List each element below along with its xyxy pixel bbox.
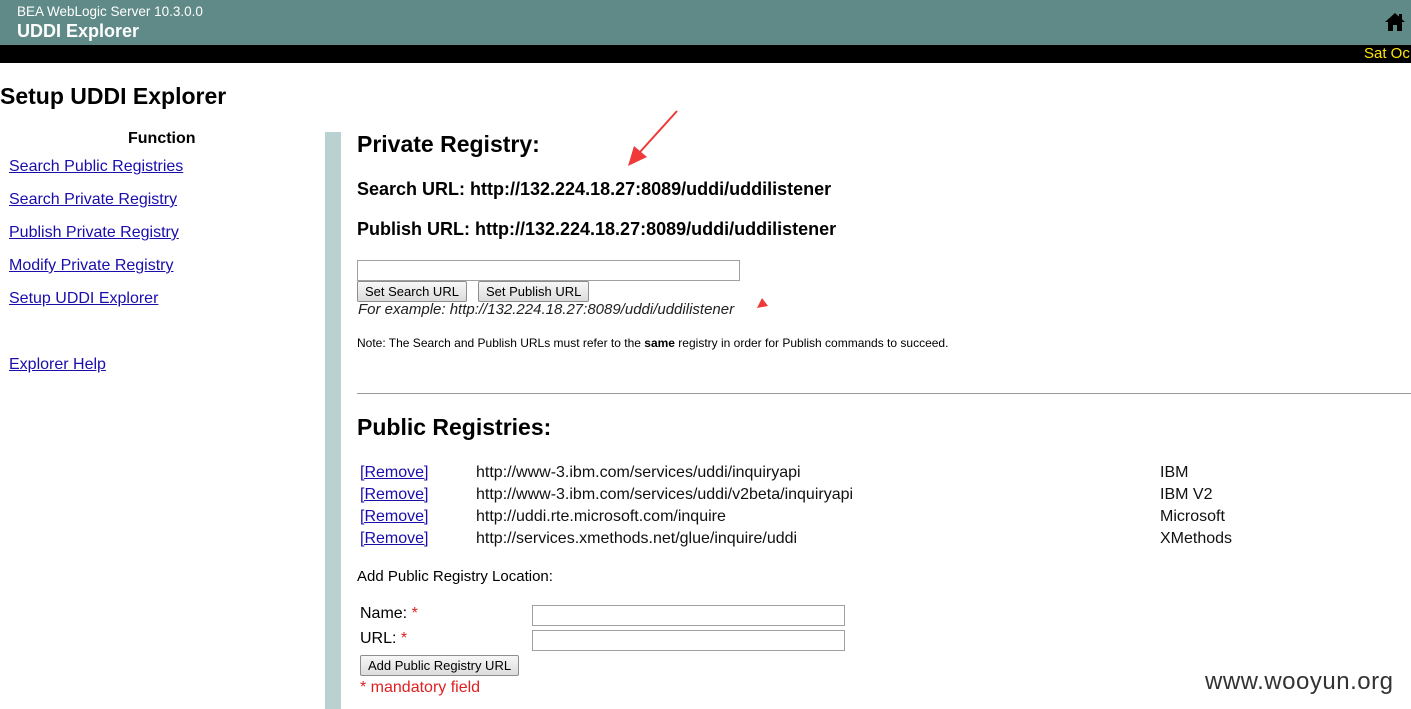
registry-name-input[interactable] [532,605,845,626]
registry-url-field[interactable] [532,630,845,651]
required-marker: * [400,630,408,647]
nav-explorer-help[interactable]: Explorer Help [9,356,106,374]
app-title: UDDI Explorer [17,21,140,41]
section-divider [357,393,1411,394]
remove-link-ibm-v2[interactable]: [Remove] [360,486,428,504]
home-icon[interactable] [1384,11,1406,33]
registry-url-xmethods: http://services.xmethods.net/glue/inquir… [476,530,798,547]
page-title: Setup UDDI Explorer [0,83,227,109]
registry-url-ibm: http://www-3.ibm.com/services/uddi/inqui… [476,464,801,481]
search-url-text: Search URL: http://132.224.18.27:8089/ud… [357,179,832,199]
date-text: Sat Oc [1364,45,1410,62]
registry-note: Note: The Search and Publish URLs must r… [357,336,948,350]
annotation-arrow-icon [628,110,678,166]
name-field-label: Name: * [360,605,418,623]
registry-url-ibm-v2: http://www-3.ibm.com/services/uddi/v2bet… [476,486,854,503]
publish-url-text: Publish URL: http://132.224.18.27:8089/u… [357,219,837,239]
public-registries-heading: Public Registries: [357,414,552,440]
nav-publish-private-registry[interactable]: Publish Private Registry [9,224,179,242]
set-search-url-button[interactable]: Set Search URL [357,281,467,302]
name-label-text: Name: [360,605,408,622]
product-name: BEA WebLogic Server 10.3.0.0 [17,4,203,19]
registry-name-ibm: IBM [1160,464,1189,481]
app-header: BEA WebLogic Server 10.3.0.0 UDDI Explor… [0,0,1411,45]
watermark: www.wooyun.org [1205,668,1394,695]
registry-name-microsoft: Microsoft [1160,508,1225,525]
nav-search-public-registries[interactable]: Search Public Registries [9,158,183,176]
required-marker: * [411,605,418,622]
content-divider-bar [325,132,341,709]
url-label-text: URL: [360,630,397,647]
add-public-registry-button[interactable]: Add Public Registry URL [360,655,520,676]
set-publish-url-button[interactable]: Set Publish URL [478,281,590,302]
add-location-label: Add Public Registry Location: [357,568,553,585]
date-bar: Sat Oc [0,45,1411,63]
annotation-arrowhead-icon [757,298,768,308]
registry-name-xmethods: XMethods [1160,530,1233,547]
note-text-before: Note: The Search and Publish URLs must r… [357,336,645,350]
registry-name-ibm-v2: IBM V2 [1160,486,1213,503]
nav-setup-uddi-explorer[interactable]: Setup UDDI Explorer [9,290,158,308]
note-text-after: registry in order for Publish commands t… [674,336,949,350]
note-text-bold: same [644,336,675,350]
nav-modify-private-registry[interactable]: Modify Private Registry [9,257,174,275]
remove-link-ibm[interactable]: [Remove] [360,464,428,482]
remove-link-microsoft[interactable]: [Remove] [360,508,428,526]
mandatory-field-note: * mandatory field [360,679,481,696]
nav-search-private-registry[interactable]: Search Private Registry [9,191,177,209]
url-field-label: URL: * [360,630,407,648]
example-url-text: For example: http://132.224.18.27:8089/u… [358,301,735,318]
private-registry-heading: Private Registry: [357,131,540,157]
remove-link-xmethods[interactable]: [Remove] [360,530,428,548]
registry-url-microsoft: http://uddi.rte.microsoft.com/inquire [476,508,726,525]
function-heading: Function [128,130,196,147]
registry-url-input[interactable] [357,260,740,281]
